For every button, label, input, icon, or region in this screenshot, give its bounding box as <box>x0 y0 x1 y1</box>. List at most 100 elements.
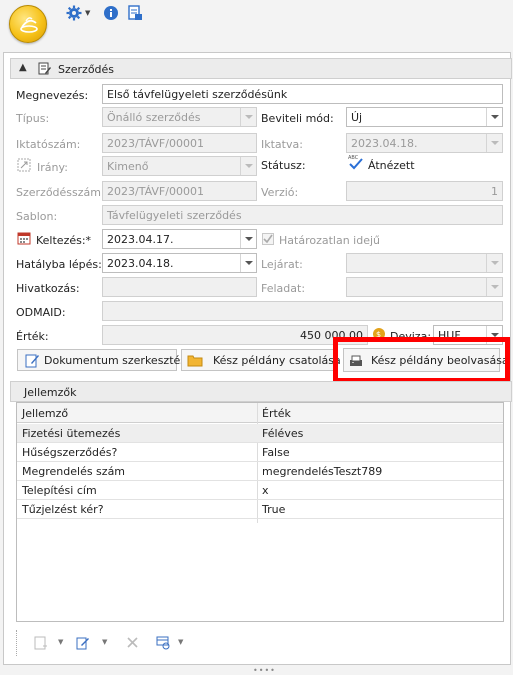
indefinite-label: Határozatlan idejű <box>279 234 381 247</box>
type-select: Önálló szerződés <box>102 107 257 127</box>
filed-date-value: 2023.04.18. <box>351 137 418 150</box>
row-attribute: Telepítési cím <box>22 484 97 497</box>
svg-text:ABC: ABC <box>348 155 359 161</box>
version-label: Verzió: <box>261 186 299 199</box>
attach-final-copy-label: Kész példány csatolása <box>213 354 341 367</box>
name-label: Megnevezés: <box>16 89 89 102</box>
gear-icon[interactable] <box>66 5 82 21</box>
status-check-icon: ABC <box>348 155 363 170</box>
delete-icon[interactable] <box>126 636 139 649</box>
chevron-down-icon <box>486 134 502 152</box>
edit-document-label: Dokumentum szerkesztése <box>44 354 193 367</box>
direction-select: Kimenő <box>102 156 257 176</box>
input-mode-label: Beviteli mód: <box>261 112 334 125</box>
grid-header: Jellemző Érték <box>17 403 503 423</box>
table-row[interactable]: Fizetési ütemezés Féléves <box>17 424 503 443</box>
contract-no-label: Szerződésszám: <box>16 186 105 199</box>
chevron-down-icon <box>240 108 256 126</box>
edit-document-button[interactable]: Dokumentum szerkesztése <box>17 349 193 371</box>
row-value[interactable]: True <box>262 503 285 516</box>
date-picker[interactable]: 2023.04.17. <box>102 229 257 249</box>
row-value[interactable]: x <box>262 484 269 497</box>
contract-section-title: Szerződés <box>58 63 115 76</box>
row-value[interactable]: Féléves <box>262 427 303 440</box>
value-field[interactable]: 450 000,00 <box>102 325 368 345</box>
edit-document-icon <box>25 354 39 368</box>
toolbar-grip <box>16 630 19 656</box>
version-field: 1 <box>346 181 503 201</box>
date-label: Keltezés:* <box>36 234 92 247</box>
row-attribute: Tűzjelzést kér? <box>22 503 104 516</box>
filing-no-field: 2023/TÁVF/00001 <box>102 133 257 153</box>
effective-date-picker[interactable]: 2023.04.18. <box>102 253 257 273</box>
column-header-value[interactable]: Érték <box>262 407 291 420</box>
info-icon[interactable] <box>103 5 119 21</box>
row-attribute: Fizetési ütemezés <box>22 427 121 440</box>
collapse-chevron-icon[interactable]: ▲ <box>19 62 27 73</box>
gear-dropdown-icon[interactable]: ▼ <box>85 9 90 17</box>
effective-label: Hatályba lépés:* <box>16 258 108 271</box>
chevron-down-icon[interactable] <box>240 254 256 272</box>
name-field[interactable]: Első távfelügyeleti szerződésünk <box>102 84 503 104</box>
edit-row-icon[interactable] <box>76 636 90 650</box>
filed-date-field: 2023.04.18. <box>346 133 503 153</box>
edit-dropdown-icon[interactable]: ▼ <box>102 638 107 646</box>
row-value[interactable]: False <box>262 446 290 459</box>
grid-toolbar: ▼ ▼ ▼ <box>16 630 504 658</box>
add-row-icon[interactable] <box>34 636 48 650</box>
reference-field <box>102 277 257 297</box>
resize-grip-icon[interactable]: •••• <box>253 666 276 675</box>
reference-label: Hivatkozás: <box>16 282 80 295</box>
highlight-box <box>333 337 510 383</box>
attach-final-copy-button[interactable]: Kész példány csatolása <box>181 349 341 371</box>
direction-label: Irány: <box>37 161 68 174</box>
type-value: Önálló szerződés <box>107 111 201 124</box>
template-label: Sablon: <box>16 210 58 223</box>
chevron-down-icon[interactable] <box>486 108 502 126</box>
check-icon <box>263 234 273 244</box>
row-attribute: Hűségszerződés? <box>22 446 118 459</box>
direction-icon <box>17 158 31 172</box>
input-mode-select[interactable]: Új <box>346 107 503 127</box>
odmaid-label: ODMAID: <box>16 306 66 319</box>
folder-icon <box>187 355 203 367</box>
effective-date-value: 2023.04.18. <box>107 257 174 270</box>
attributes-grid: Jellemző Érték Fizetési ütemezés Féléves… <box>16 402 504 622</box>
input-mode-value: Új <box>351 111 363 124</box>
top-toolbar: ▼ <box>0 0 513 48</box>
column-header-attribute[interactable]: Jellemző <box>22 407 68 420</box>
filter-view-icon[interactable] <box>156 636 171 650</box>
template-field: Távfelügyeleti szerződés <box>102 205 503 225</box>
app-logo[interactable] <box>9 5 47 43</box>
table-row[interactable]: Tűzjelzést kér? True <box>17 500 503 519</box>
chevron-down-icon <box>486 254 502 272</box>
export-icon[interactable] <box>127 5 143 21</box>
row-attribute: Megrendelés szám <box>22 465 126 478</box>
table-row[interactable]: Telepítési cím x <box>17 481 503 500</box>
odmaid-field <box>102 301 503 321</box>
expiry-label: Lejárat: <box>261 258 303 271</box>
status-value: Átnézett <box>368 159 415 172</box>
attributes-group-header: Jellemzők <box>10 381 512 402</box>
indefinite-checkbox[interactable] <box>262 233 274 245</box>
contract-no-field: 2023/TÁVF/00001 <box>102 181 257 201</box>
row-value[interactable]: megrendelésTeszt789 <box>262 465 382 478</box>
sender-select <box>346 277 503 297</box>
table-row[interactable]: Hűségszerződés? False <box>17 443 503 462</box>
type-label: Típus: <box>16 112 50 125</box>
table-row[interactable]: Megrendelés szám megrendelésTeszt789 <box>17 462 503 481</box>
sender-label: Feladat: <box>261 282 306 295</box>
contract-group-header[interactable]: ▲ Szerződés <box>10 58 512 79</box>
date-value: 2023.04.17. <box>107 233 174 246</box>
chevron-down-icon <box>240 157 256 175</box>
chevron-down-icon[interactable] <box>240 230 256 248</box>
calendar-icon <box>17 232 31 245</box>
value-label: Érték: <box>16 330 49 343</box>
status-label: Státusz: <box>261 159 306 172</box>
add-dropdown-icon[interactable]: ▼ <box>58 638 63 646</box>
filter-dropdown-icon[interactable]: ▼ <box>178 638 183 646</box>
attributes-section-title: Jellemzők <box>24 386 77 399</box>
filing-no-label: Iktatószám: <box>16 138 81 151</box>
chevron-down-icon <box>486 278 502 296</box>
direction-value: Kimenő <box>107 160 149 173</box>
